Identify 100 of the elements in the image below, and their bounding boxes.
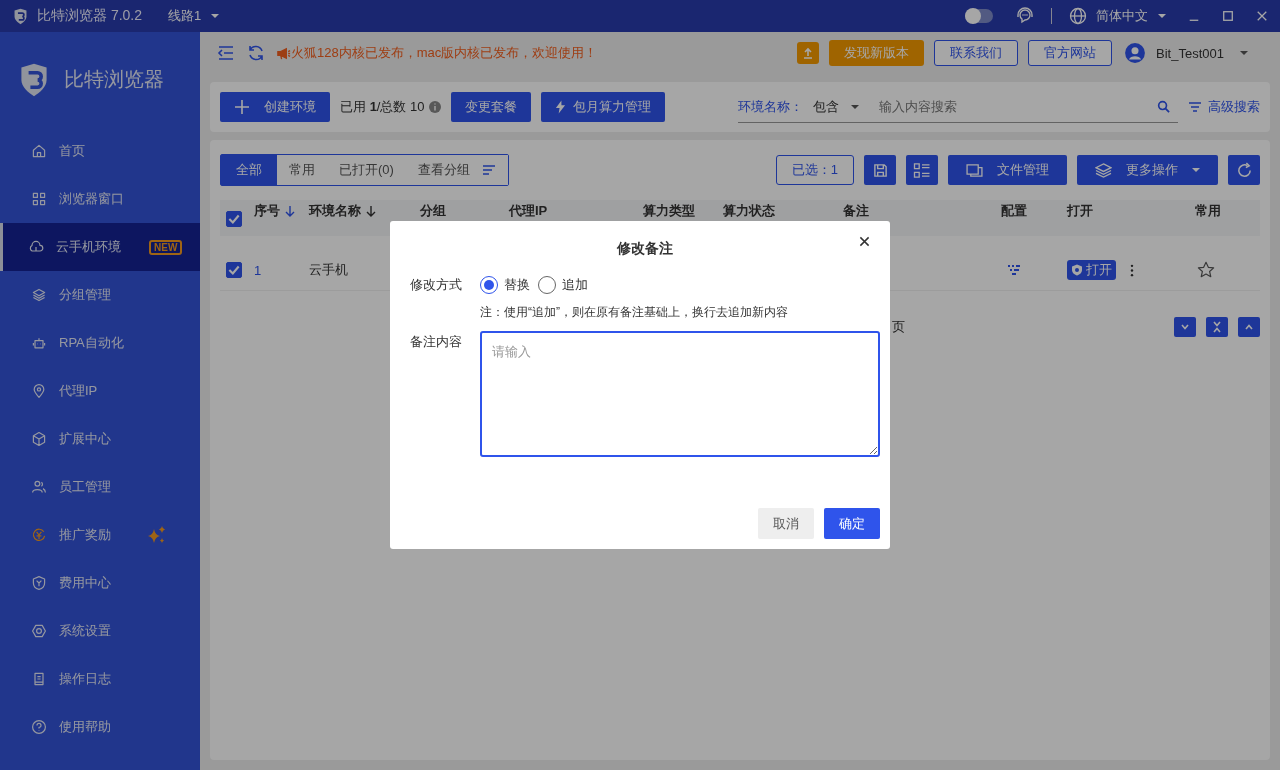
sidebar-item[interactable]: 云手机环境 NEW xyxy=(0,223,200,271)
cloud-icon xyxy=(28,239,44,255)
sidebar-item[interactable]: 使用帮助 xyxy=(0,703,200,751)
dialog-title: 修改备注 xyxy=(617,239,673,258)
create-environment-button[interactable]: 创建环境 xyxy=(220,92,330,122)
file-management-button[interactable]: 文件管理 xyxy=(948,155,1067,185)
app-title: 比特浏览器 7.0.2 xyxy=(37,7,143,25)
document-icon xyxy=(31,671,47,687)
line-select[interactable]: 线路1 xyxy=(168,7,220,25)
sidebar-label: RPA自动化 xyxy=(59,334,124,352)
sidebar-label: 浏览器窗口 xyxy=(59,190,124,208)
refresh-button[interactable] xyxy=(1228,155,1260,185)
sidebar-label: 推广奖励 xyxy=(59,526,111,544)
sort-lines-icon xyxy=(481,164,496,176)
sidebar-item[interactable]: 首页 xyxy=(0,127,200,175)
more-icon[interactable] xyxy=(1130,263,1134,277)
scroll-up-button[interactable] xyxy=(1238,317,1260,337)
search-icon[interactable] xyxy=(1157,100,1170,113)
help-icon xyxy=(31,719,47,735)
hexagon-gear-icon xyxy=(31,623,47,639)
upload-icon xyxy=(802,47,815,59)
sidebar-label: 首页 xyxy=(59,142,85,160)
radio-option[interactable]: 替换 xyxy=(480,276,530,294)
refresh-icon[interactable] xyxy=(246,43,266,63)
logo-icon xyxy=(12,7,29,25)
close-icon[interactable] xyxy=(859,236,870,247)
sidebar-label: 使用帮助 xyxy=(59,718,111,736)
column-header: 分组 xyxy=(420,203,446,218)
save-button[interactable] xyxy=(864,155,896,185)
filter-label: 环境名称： xyxy=(738,97,803,116)
checkbox[interactable] xyxy=(226,211,242,227)
sidebar-item[interactable]: 推广奖励 xyxy=(0,511,200,559)
radio-option[interactable]: 追加 xyxy=(538,276,588,294)
more-actions-button[interactable]: 更多操作 xyxy=(1077,155,1218,185)
globe-icon xyxy=(1068,6,1088,26)
chevron-up-icon xyxy=(1244,322,1254,332)
avatar-icon[interactable] xyxy=(1124,42,1147,64)
sidebar-item[interactable]: RPA自动化 xyxy=(0,319,200,367)
column-header: 序号 xyxy=(254,203,280,218)
collapse-chevrons-icon xyxy=(1212,321,1222,333)
megaphone-icon xyxy=(276,45,291,61)
advanced-search-button[interactable]: 高级搜索 xyxy=(1188,98,1260,116)
sidebar-item[interactable]: 浏览器窗口 xyxy=(0,175,200,223)
shield-icon xyxy=(31,575,47,591)
star-icon[interactable] xyxy=(1197,261,1215,279)
language-select[interactable]: 简体中文 xyxy=(1096,7,1166,25)
notice-text: 火狐128内核已发布，mac版内核已发布，欢迎使用！ xyxy=(291,44,598,62)
sidebar-item[interactable]: 费用中心 xyxy=(0,559,200,607)
filter-mode-select[interactable]: 包含 xyxy=(813,97,859,116)
usage-text: 已用 1/总数 10 xyxy=(340,98,425,116)
filter-tab[interactable]: 全部 xyxy=(221,155,277,185)
open-button[interactable]: 打开 xyxy=(1067,260,1116,280)
checkbox[interactable] xyxy=(226,262,242,278)
collapse-menu-icon[interactable] xyxy=(216,43,236,63)
sidebar-item[interactable]: 代理IP xyxy=(0,367,200,415)
selected-count-button[interactable]: 已选：1 xyxy=(775,155,854,185)
remark-textarea[interactable]: 请输入 xyxy=(480,331,880,457)
sort-arrow-icon[interactable] xyxy=(366,204,376,217)
website-button[interactable]: 官方网站 xyxy=(1028,40,1113,66)
sidebar-label: 系统设置 xyxy=(59,622,111,640)
column-header: 环境名称 xyxy=(309,203,361,218)
list-icon xyxy=(913,162,931,178)
shield-icon xyxy=(1071,264,1083,276)
sidebar-label: 员工管理 xyxy=(59,478,111,496)
confirm-button[interactable]: 确定 xyxy=(824,508,880,539)
compute-management-button[interactable]: 包月算力管理 xyxy=(540,92,665,122)
robot-icon xyxy=(31,335,47,351)
chevron-down-icon xyxy=(1180,322,1190,332)
contact-button[interactable]: 联系我们 xyxy=(934,40,1019,66)
scroll-down-button[interactable] xyxy=(1174,317,1196,337)
new-badge: NEW xyxy=(149,239,183,255)
sidebar-label: 操作日志 xyxy=(59,670,111,688)
config-icon[interactable] xyxy=(1007,264,1021,276)
sidebar-label: 云手机环境 xyxy=(56,238,121,256)
collapse-button[interactable] xyxy=(1206,317,1228,337)
field-label: 备注内容 xyxy=(410,333,463,351)
cancel-button[interactable]: 取消 xyxy=(758,508,814,539)
change-plan-button[interactable]: 变更套餐 xyxy=(450,92,531,122)
field-label: 修改方式 xyxy=(410,276,463,294)
plus-icon xyxy=(234,99,250,115)
theme-toggle[interactable] xyxy=(965,9,993,23)
maximize-icon[interactable] xyxy=(1222,10,1234,22)
column-header: 备注 xyxy=(843,203,869,218)
sidebar-label: 代理IP xyxy=(59,382,98,400)
sidebar-item[interactable]: 员工管理 xyxy=(0,463,200,511)
info-icon[interactable] xyxy=(428,101,441,113)
sort-arrow-icon[interactable] xyxy=(285,204,295,217)
sidebar-item[interactable]: 操作日志 xyxy=(0,655,200,703)
user-menu[interactable]: Bit_Test001 xyxy=(1156,45,1248,61)
column-header: 代理IP xyxy=(509,203,548,218)
sidebar-item[interactable]: 系统设置 xyxy=(0,607,200,655)
layers-icon xyxy=(31,287,47,303)
column-header: 常用 xyxy=(1195,203,1221,218)
grid-icon xyxy=(31,191,47,207)
sidebar-item[interactable]: 扩展中心 xyxy=(0,415,200,463)
layers-icon xyxy=(1095,162,1112,178)
list-view-button[interactable] xyxy=(906,155,938,185)
search-field[interactable]: 输入内容搜索 xyxy=(877,98,1147,115)
headset-chat-icon[interactable] xyxy=(1015,6,1035,26)
sidebar-item[interactable]: 分组管理 xyxy=(0,271,200,319)
